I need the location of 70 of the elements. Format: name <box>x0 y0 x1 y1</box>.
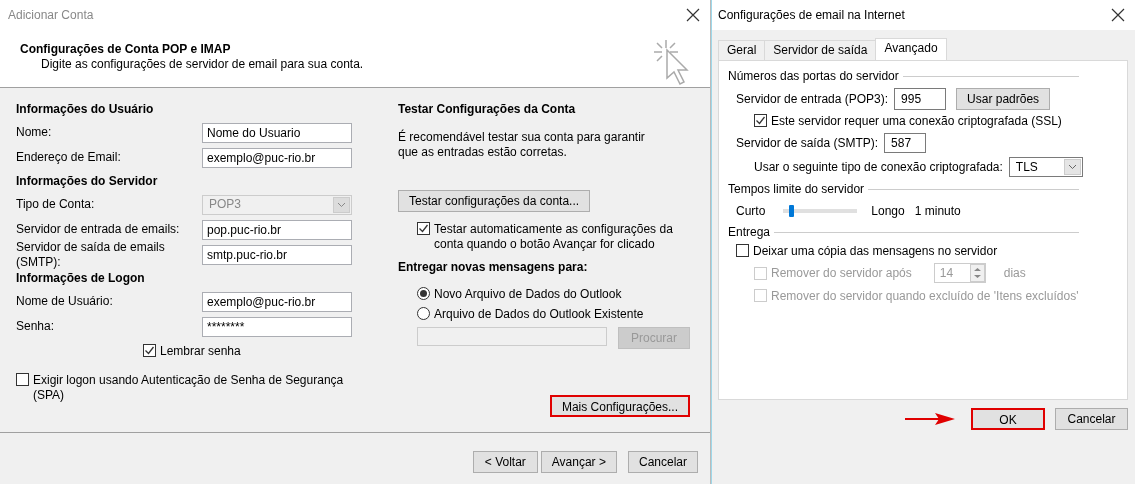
field-label: Usar o seguinte tipo de conexão criptografada: <box>754 159 1003 175</box>
checkbox-label: Deixar uma cópia das mensagens no servidor <box>753 244 998 259</box>
dropdown[interactable]: TLS <box>1008 157 1083 177</box>
slider-label: Longo <box>871 203 905 219</box>
input-field[interactable]: pop.puc-rio.br <box>202 219 352 240</box>
button[interactable]: < Voltar <box>472 451 538 473</box>
section-heading: Entregar novas mensagens para: <box>398 260 589 275</box>
checkbox[interactable] <box>417 222 430 235</box>
close-icon[interactable] <box>1111 8 1125 22</box>
pointer-arrow <box>905 412 955 426</box>
input-field[interactable]: 995 <box>894 88 947 110</box>
field-label: Servidor de entrada (POP3): <box>736 91 889 107</box>
dialog-heading: Configurações de Conta POP e IMAP <box>20 42 232 57</box>
button[interactable]: OK <box>971 408 1045 430</box>
input-field[interactable]: 587 <box>884 133 927 153</box>
field-label: Nome: <box>16 125 53 140</box>
close-icon[interactable] <box>686 8 700 22</box>
button[interactable]: Cancelar <box>1055 408 1128 430</box>
button[interactable]: Usar padrões <box>956 88 1051 110</box>
checkbox[interactable] <box>754 114 767 127</box>
button[interactable]: Avançar > <box>540 451 617 473</box>
slider-thumb[interactable] <box>788 205 794 217</box>
field-label: Endereço de Email: <box>16 150 122 165</box>
field-label: Servidor de saída de emails (SMTP): <box>16 239 166 270</box>
timeout-value: 1 minuto <box>914 203 961 219</box>
input-field[interactable]: exemplo@puc-rio.br <box>202 291 352 312</box>
input-field[interactable]: ******** <box>202 316 352 337</box>
checkbox-label: Remover do servidor após <box>771 265 912 281</box>
radio-label: Novo Arquivo de Dados do Outlook <box>434 287 622 302</box>
spin-arrows-icon[interactable] <box>969 264 985 282</box>
checkbox-label: Remover do servidor quando excluído de 'Itens excluídos' <box>771 289 1079 304</box>
dialog-subtitle: Digite as configurações de servidor de email para sua conta. <box>40 57 364 72</box>
field-label: Servidor de entrada de emails: <box>16 222 181 237</box>
button[interactable]: Cancelar <box>627 451 698 473</box>
checkbox[interactable] <box>736 244 749 257</box>
button[interactable]: Mais Configurações... <box>549 395 690 417</box>
checkbox[interactable] <box>143 344 156 357</box>
window-title: Configurações de email na Internet <box>718 7 905 23</box>
input-field[interactable] <box>417 327 607 346</box>
field-label: Nome de Usuário: <box>16 294 114 309</box>
field-label: Tipo de Conta: <box>16 197 96 212</box>
section-heading: Informações de Logon <box>16 271 146 286</box>
section-heading: Testar Configurações da Conta <box>398 102 577 117</box>
tab[interactable]: Geral <box>718 40 766 60</box>
window-title: Adicionar Conta <box>8 7 94 23</box>
checkbox-label: Testar automaticamente as configurações da conta quando o botão Avançar for clicado <box>434 222 674 252</box>
field-label: Senha: <box>16 319 56 334</box>
chevron-icon <box>1063 159 1081 175</box>
checkbox-label: Lembrar senha <box>160 344 241 359</box>
section-heading: Informações do Usuário <box>16 102 155 117</box>
group-heading: Tempos limite do servidor <box>728 182 865 197</box>
tab[interactable]: Avançado <box>875 38 947 60</box>
slider-label: Curto <box>736 203 766 219</box>
radio-button[interactable] <box>417 287 430 300</box>
unit-label: dias <box>1003 265 1026 281</box>
checkbox-label: Este servidor requer uma conexão criptografada (SSL) <box>771 114 1062 129</box>
chevron-icon <box>333 196 350 213</box>
group-heading: Entrega <box>728 225 771 240</box>
button[interactable]: Testar configurações da conta... <box>398 190 591 212</box>
radio-label: Arquivo de Dados do Outlook Existente <box>434 307 644 322</box>
checkbox[interactable] <box>16 373 29 386</box>
field-label: Servidor de saída (SMTP): <box>736 135 879 151</box>
input-field[interactable]: exemplo@puc-rio.br <box>202 147 352 168</box>
checkbox-label: Exigir logon usando Autenticação de Senha de Segurança (SPA) <box>33 373 345 403</box>
section-heading: Informações do Servidor <box>16 174 159 189</box>
description-text: É recomendável testar sua conta para garantir que as entradas estão corretas. <box>398 130 646 160</box>
group-heading: Números das portas do servidor <box>728 69 899 84</box>
input-field[interactable]: smtp.puc-rio.br <box>202 244 352 265</box>
input-field[interactable]: Nome do Usuario <box>202 122 352 143</box>
radio-button[interactable] <box>417 307 430 320</box>
